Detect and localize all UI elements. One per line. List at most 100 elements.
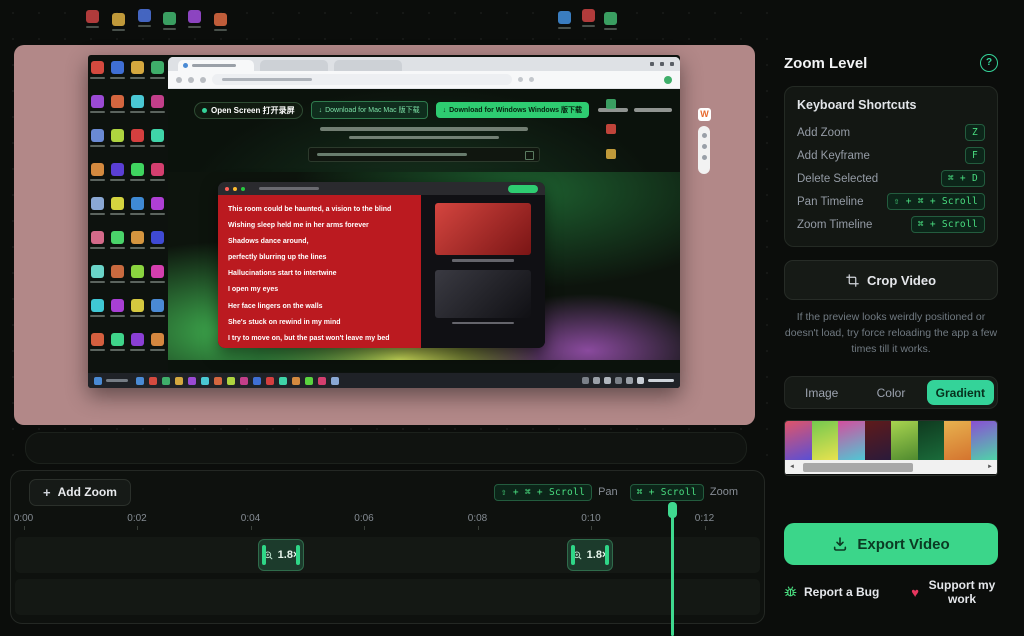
gradient-swatch[interactable] [865,421,892,460]
gradient-scrollbar[interactable]: ◄ ► [785,460,997,474]
reload-icon [200,77,206,83]
desktop-icon [91,163,104,176]
taskbar-app-icon [240,377,248,385]
zoom-track[interactable]: 1.8× 1.8× [15,537,760,573]
desktop-icon [131,129,144,142]
support-link[interactable]: Support my work [926,578,998,607]
desktop-icon [91,197,104,210]
page-side-icon [606,149,616,159]
scroll-right-arrow[interactable]: ► [983,460,997,474]
desktop-icon [112,13,125,26]
desktop-icon [111,333,124,346]
close-traffic-light [225,187,229,191]
taskbar-app-icon [201,377,209,385]
zoom-block[interactable]: 1.8× [258,539,304,571]
desktop-icon [582,9,595,22]
taskbar-app-icon [292,377,300,385]
album-cover [435,270,531,318]
gradient-swatch[interactable] [918,421,945,460]
taskbar-app-icon [149,377,157,385]
lyrics-line: Shadows dance around, [228,234,421,250]
keyboard-shortcuts-card: Keyboard Shortcuts Add ZoomZAdd Keyframe… [784,86,998,247]
empty-track[interactable] [15,579,760,615]
tab-color[interactable]: Color [857,380,924,405]
lyrics-line: I try to move on, but the past won't lea… [228,331,421,347]
crop-video-button[interactable]: Crop Video [784,260,998,300]
report-bug-button[interactable]: Report a Bug [784,585,879,599]
shortcut-key-badge: ⌘ + D [941,170,985,187]
taskbar-app-icon [318,377,326,385]
zoom-factor-label: 1.8× [278,549,300,561]
zoom-in-icon [263,550,274,561]
desktop-icon [151,197,164,210]
desktop-icon [151,265,164,278]
desktop-icon [111,265,124,278]
playhead-handle[interactable] [668,502,677,518]
tab-gradient[interactable]: Gradient [927,380,994,405]
tray-icon [637,377,644,384]
desktop-icon [131,299,144,312]
page-side-icons [606,99,616,159]
system-tray [582,377,674,384]
taskbar-app-icon [279,377,287,385]
taskbar-app-icon [331,377,339,385]
desktop-icon [151,333,164,346]
album-cover [435,203,531,255]
browser-tab [334,60,402,71]
download-windows-button: ↓Download for Windows Windows 版下载 [436,102,589,118]
background-tabs: ImageColorGradient [784,376,998,409]
video-stage[interactable]: Open Screen 打开录屏 ↓Download for Mac Mac 版… [0,0,768,468]
video-preview[interactable]: Open Screen 打开录屏 ↓Download for Mac Mac 版… [14,45,755,425]
taskbar-apps [136,377,339,385]
desktop-icon [111,299,124,312]
desktop-icon [91,231,104,244]
tick-label: 0:00 [14,513,33,524]
tray-icon [582,377,589,384]
forward-icon [188,77,194,83]
tick-label: 0:12 [695,513,714,524]
shortcut-key-badge: F [965,147,985,164]
tray-icon [593,377,600,384]
desktop-icon [91,265,104,278]
desktop-icon [151,129,164,142]
scroll-left-arrow[interactable]: ◄ [785,460,799,474]
gradient-picker: ◄ ► [784,420,998,476]
pan-shortcut-badge: ⇧ + ⌘ + Scroll [494,484,592,501]
download-icon: ↓ [443,107,447,114]
tick-label: 0:02 [127,513,146,524]
gradient-swatch[interactable] [971,421,998,460]
address-bar [212,74,512,85]
browser-tab-bar [168,57,680,71]
taskbar-app-icon [214,377,222,385]
zoom-in-icon [572,550,583,561]
browser-toolbar [168,71,680,89]
shortcut-row: Zoom Timeline⌘ + Scroll [797,213,985,236]
lyrics-line: She's stuck on rewind in my mind [228,315,421,331]
timeline-ruler[interactable]: 0:000:020:040:060:080:100:12 [11,513,764,531]
desktop-icon [151,95,164,108]
site-brand-label: Open Screen 打开录屏 [211,105,295,116]
add-zoom-button[interactable]: + Add Zoom [29,479,131,506]
gradient-swatch[interactable] [944,421,971,460]
taskbar-clock [648,379,674,382]
page-side-icon [606,99,616,109]
help-icon[interactable]: ? [980,54,998,72]
export-video-button[interactable]: Export Video [784,523,998,565]
tab-image[interactable]: Image [788,380,855,405]
gradient-swatch[interactable] [785,421,812,460]
gradient-swatch[interactable] [838,421,865,460]
browser-tab [260,60,328,71]
gradient-swatch[interactable] [891,421,918,460]
floating-toolbar: W [698,108,711,174]
close-icon [670,62,674,66]
shortcut-label: Delete Selected [797,173,878,185]
zoom-block[interactable]: 1.8× [567,539,613,571]
shortcut-label: Zoom Timeline [797,219,872,231]
playhead[interactable] [671,505,674,636]
gradient-swatch[interactable] [812,421,839,460]
desktop-icon [214,13,227,26]
crop-icon [846,274,859,287]
window-action-button [508,185,538,193]
scrollbar-thumb[interactable] [803,463,913,472]
extension-icon [518,77,523,82]
